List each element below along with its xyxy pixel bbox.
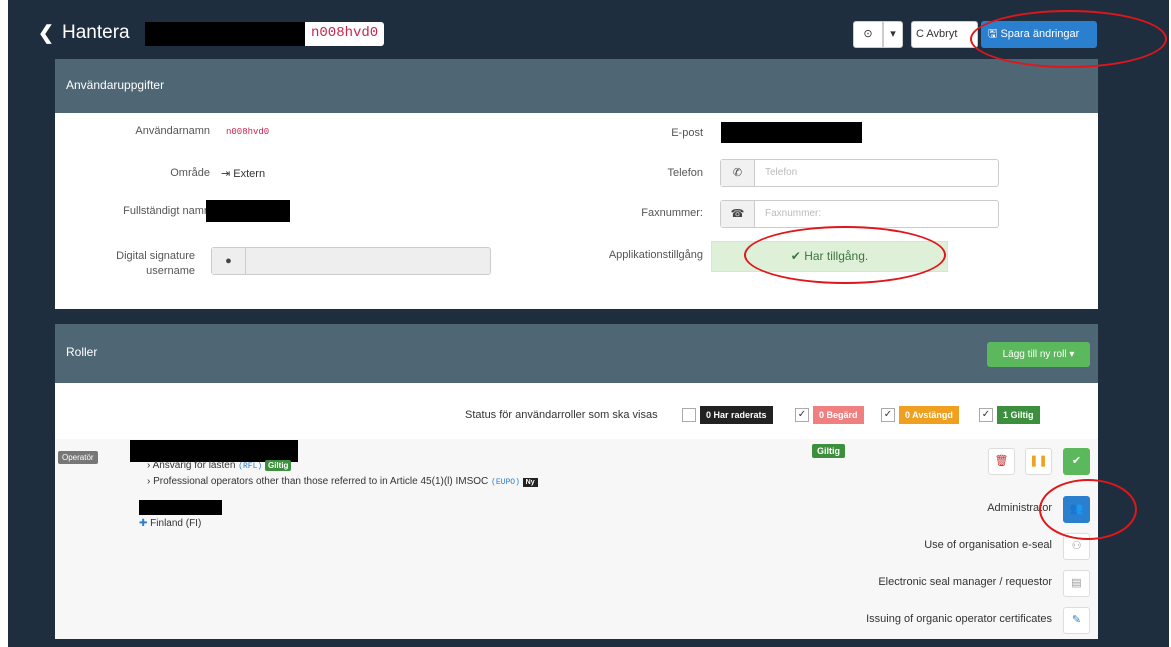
add-role-label: Lägg till ny roll [1002,349,1067,360]
check-icon: ✔ [790,249,801,263]
perm-seal-manager-label: Electronic seal manager / requestor [878,576,1052,588]
fax-label: Faxnummer: [641,207,703,219]
chevron-right-icon: › [147,476,151,487]
history-button[interactable]: ⊙ [853,21,883,48]
seal-icon: ⚇ [1071,540,1082,552]
user-details-heading: Användaruppgifter [55,59,1098,113]
finland-flag-icon: ✚ [139,518,148,529]
app-access-label: Applikationstillgång [608,249,703,261]
country-text: Finland (FI) [150,518,202,529]
fax-field[interactable]: ☎ Faxnummer: [720,200,999,228]
perm-certificates-button[interactable]: ✎ [1063,607,1090,634]
filter-deleted-badge: 0 Har raderats [700,406,773,424]
role-line-rfl-badge: Giltig [264,460,292,471]
add-role-button[interactable]: Lägg till ny roll ▾ [987,342,1090,367]
app-frame: ❮ Hantera n008hvd0 ⊙ ▾ C Avbryt 🖫 Spara … [8,0,1169,647]
undo-icon: C [916,28,924,40]
title-username-code: n008hvd0 [305,22,385,46]
check-icon: ✔ [1071,455,1082,467]
perm-eseal-button[interactable]: ⚇ [1063,533,1090,560]
approve-role-button[interactable]: ✔ [1063,448,1090,475]
perm-seal-manager-button[interactable]: ▤ [1063,570,1090,597]
fullname-label: Fullständigt namn [123,205,210,217]
role-type-label: Operatör [58,451,98,464]
redacted-title [145,22,305,46]
chevron-right-icon: › [147,460,151,471]
perm-administrator-button[interactable]: 👥 [1063,496,1090,523]
suspend-role-button[interactable]: ❚❚ [1025,448,1052,475]
delete-role-button[interactable]: 🗑 [988,448,1015,475]
phone-label: Telefon [667,167,703,179]
filter-valid-checkbox[interactable]: ✓ [979,408,993,422]
username-value: n008hvd0 [226,127,270,137]
pause-icon: ❚❚ [1029,455,1048,467]
filter-requested-badge: 0 Begärd [813,406,864,424]
role-line-eupo: › Professional operators other than thos… [147,476,538,487]
filter-deleted-checkbox[interactable] [682,408,696,422]
role-line-rfl-code: (RFL) [238,462,263,471]
app-access-value: Har tillgång. [804,249,869,263]
role-line-rfl-text: Ansvarig för lasten [152,460,236,471]
phone-field[interactable]: ✆ Telefon [720,159,999,187]
role-line-eupo-badge: Ny [522,478,538,487]
users-icon: 👥 [1069,503,1084,515]
user-details-panel: Användaruppgifter Användarnamn n008hvd0 … [55,59,1098,309]
area-label: Område [170,167,210,179]
username-label: Användarnamn [135,125,210,137]
save-label: Spara ändringar [1000,28,1080,40]
phone-icon: ✆ [721,160,755,186]
filter-requested-checkbox[interactable]: ✓ [795,408,809,422]
page-title: Hantera [62,22,130,43]
history-dropdown-button[interactable]: ▾ [883,21,903,48]
roles-heading: Roller [55,324,1098,383]
fax-icon: ☎ [721,201,755,227]
role-status-badge: Giltig [812,444,845,458]
redacted-fullname [206,200,290,222]
filter-suspended-badge: 0 Avstängd [899,406,959,424]
save-button[interactable]: 🖫 Spara ändringar [981,21,1097,48]
cancel-label: Avbryt [926,28,958,40]
app-access-status: ✔ Har tillgång. [711,241,948,272]
country: ✚ Finland (FI) [139,518,201,529]
email-label: E-post [671,127,703,139]
perm-certificates-label: Issuing of organic operator certificates [866,613,1052,625]
roles-panel: Roller Lägg till ny roll ▾ Status för an… [55,324,1098,639]
redacted-email [721,122,862,143]
digital-signature-label: Digital signature username [95,249,195,279]
phone-input[interactable]: Telefon [765,167,797,178]
area-value-text: Extern [233,168,266,180]
digital-signature-field[interactable]: ● [211,247,491,275]
role-line-eupo-text: Professional operators other than those … [153,476,489,487]
redacted-subname [139,500,222,515]
redacted-organisation [130,440,298,462]
role-line-rfl: › Ansvarig för lasten (RFL) Giltig [147,460,292,471]
chevron-left-icon[interactable]: ❮ [38,22,54,45]
trash-icon: 🗑 [994,455,1009,467]
role-row: Operatör › Ansvarig för lasten (RFL) Gil… [55,439,1098,639]
digital-signature-label-line2: username [146,265,195,277]
id-card-icon: ▤ [1071,577,1082,589]
clock-icon: ⊙ [863,28,873,40]
filter-suspended-checkbox[interactable]: ✓ [881,408,895,422]
role-line-eupo-code: (EUPO) [491,478,520,487]
save-icon: 🖫 [988,28,998,40]
filter-valid-badge: 1 Giltig [997,406,1040,424]
sign-in-icon: ⇥ [221,168,231,180]
page-header: ❮ Hantera n008hvd0 ⊙ ▾ C Avbryt 🖫 Spara … [8,0,1169,58]
digital-signature-label-line1: Digital signature [116,250,195,262]
dot-icon: ● [212,248,246,274]
status-filter-label: Status för användarroller som ska visas [465,409,658,421]
pencil-icon: ✎ [1071,614,1082,626]
caret-down-icon: ▾ [890,28,896,40]
caret-down-icon: ▾ [1069,349,1075,360]
perm-administrator-label: Administrator [987,502,1052,514]
fax-input[interactable]: Faxnummer: [765,208,821,219]
cancel-button[interactable]: C Avbryt [911,21,978,48]
perm-eseal-label: Use of organisation e-seal [924,539,1052,551]
area-value: ⇥ Extern [221,167,265,180]
